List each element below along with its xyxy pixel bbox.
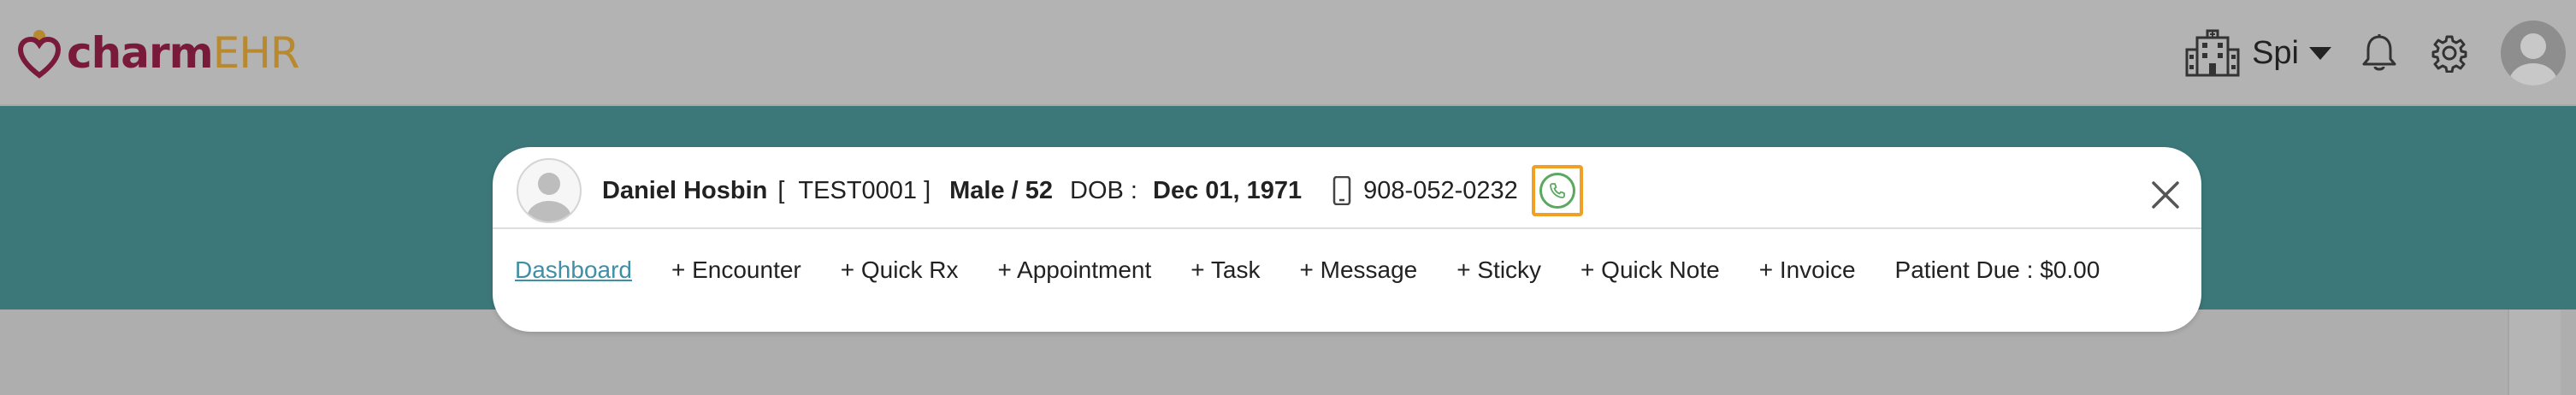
add-quick-rx-button[interactable]: + Quick Rx [841,256,959,284]
card-divider [493,227,2201,229]
add-task-button[interactable]: + Task [1191,256,1260,284]
patient-avatar-icon [517,158,582,223]
chevron-down-icon [2309,46,2331,60]
page: charmEHR Spi Daniel Hosbin [TEST0001] … [0,0,2576,395]
dob-label: DOB : [1070,176,1137,204]
logo-text: charmEHR [67,32,300,74]
patient-card: Daniel Hosbin [ TEST0001 ] Male / 52 DOB… [493,147,2201,332]
dashboard-link[interactable]: Dashboard [515,256,632,284]
facility-label: Spi [2252,34,2299,71]
patient-silhouette-icon [527,173,571,221]
patient-actions-row: Dashboard + Encounter + Quick Rx + Appoi… [515,253,2139,287]
top-header: charmEHR Spi [0,0,2576,106]
patient-id: TEST0001 [798,176,918,204]
avatar-silhouette-icon [2509,33,2557,85]
add-encounter-button[interactable]: + Encounter [671,256,801,284]
add-quick-note-button[interactable]: + Quick Note [1580,256,1720,284]
facility-selector[interactable]: Spi [2185,29,2331,77]
add-message-button[interactable]: + Message [1299,256,1417,284]
patient-phone: 908-052-0232 [1363,176,1518,204]
logo-charm: charm [67,28,214,78]
header-right: Spi [2185,17,2576,89]
user-avatar-icon[interactable] [2501,21,2566,85]
handset-icon [1549,183,1565,198]
patient-dob: Dec 01, 1971 [1153,176,1303,204]
facility-building-icon [2185,29,2240,77]
bell-icon[interactable] [2360,33,2398,73]
heart-logo-icon [17,30,62,79]
add-invoice-button[interactable]: + Invoice [1759,256,1856,284]
phone-call-icon [1539,173,1575,209]
call-button[interactable] [1531,165,1583,216]
patient-due: Patient Due : $0.00 [1894,256,2100,283]
mobile-phone-icon [1332,176,1351,205]
patient-id-close-bracket: ] [924,176,931,204]
close-icon[interactable] [2148,178,2183,212]
patient-gender-age: Male / 52 [949,176,1054,204]
add-sticky-button[interactable]: + Sticky [1456,256,1541,284]
patient-name: Daniel Hosbin [602,176,768,204]
patient-info-row: Daniel Hosbin [ TEST0001 ] Male / 52 DOB… [517,158,1583,223]
logo-ehr: EHR [212,28,300,78]
gear-icon[interactable] [2431,33,2468,73]
add-appointment-button[interactable]: + Appointment [997,256,1151,284]
charm-ehr-logo[interactable]: charmEHR [17,26,300,80]
scrollbar-strip[interactable] [2508,310,2561,395]
patient-id-open-bracket: [ [777,176,785,204]
